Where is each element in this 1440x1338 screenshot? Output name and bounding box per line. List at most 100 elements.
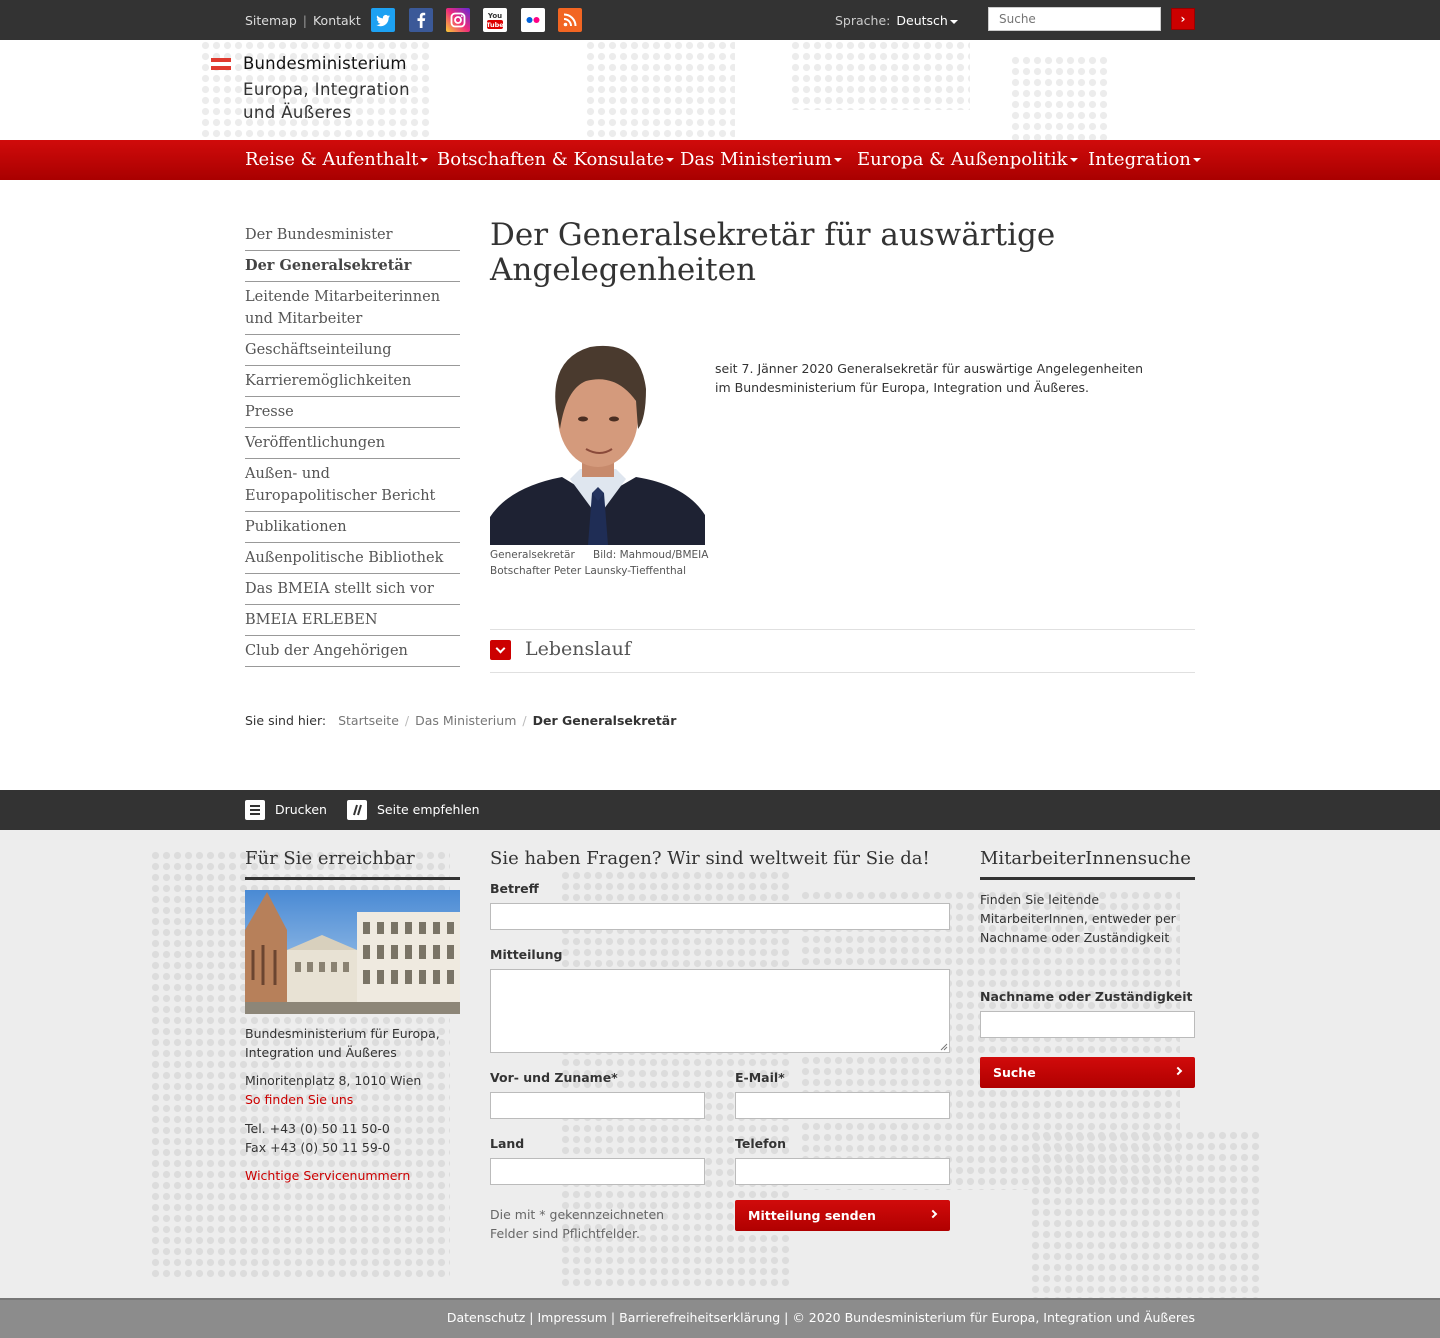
heading-rule	[245, 877, 460, 880]
send-message-button[interactable]: Mitteilung senden	[735, 1200, 950, 1231]
accordion-toggle-button[interactable]	[490, 640, 511, 660]
breadcrumb-ministerium[interactable]: Das Ministerium	[415, 713, 516, 728]
staff-search-heading: MitarbeiterInnensuche	[980, 848, 1191, 869]
legal-links[interactable]: Datenschutz | Impressum | Barrierefreihe…	[447, 1310, 1195, 1325]
breadcrumb-separator: /	[522, 713, 527, 728]
austrian-flag-icon	[211, 58, 231, 70]
staff-search-label: Nachname oder Zuständigkeit	[980, 989, 1193, 1004]
site-header: Bundesministerium Europa, Integration un…	[0, 40, 1440, 140]
phone-label: Telefon	[735, 1136, 787, 1151]
service-numbers-link[interactable]: Wichtige Servicenummern	[245, 1168, 410, 1183]
nav-label: Das Ministerium	[680, 149, 832, 170]
chevron-down-icon	[1069, 158, 1078, 162]
message-textarea[interactable]	[490, 969, 950, 1053]
sidebar-item-publikationen[interactable]: Publikationen	[245, 516, 460, 543]
sidebar-item-geschaeftseinteilung[interactable]: Geschäftseinteilung	[245, 339, 460, 366]
svg-text:Tube: Tube	[486, 21, 504, 29]
facebook-icon[interactable]	[409, 8, 433, 32]
world-map-pattern	[1030, 1130, 1260, 1298]
sidebar-item-karriere[interactable]: Karrieremöglichkeiten	[245, 370, 460, 397]
subject-field[interactable]	[490, 903, 950, 930]
nav-botschaften-konsulate[interactable]: Botschaften & Konsulate	[437, 149, 675, 170]
language-label: Sprache:	[835, 13, 891, 28]
nav-integration[interactable]: Integration	[1088, 149, 1201, 170]
required-fields-note: Die mit * gekennzeichneten Felder sind P…	[490, 1207, 665, 1241]
nav-reise-aufenthalt[interactable]: Reise & Aufenthalt	[245, 149, 429, 170]
country-field[interactable]	[490, 1158, 705, 1185]
chevron-right-icon	[928, 1209, 938, 1219]
page-title: Der Generalsekretär für auswärtige Angel…	[490, 217, 1056, 288]
logo-line-2: Europa, Integration und Äußeres	[243, 78, 410, 124]
nav-label: Reise & Aufenthalt	[245, 149, 419, 170]
sidebar-item-bmeia-erleben[interactable]: BMEIA ERLEBEN	[245, 609, 460, 636]
intro-text: seit 7. Jänner 2020 Generalsekretär für …	[715, 361, 1144, 395]
phone-field[interactable]	[735, 1158, 950, 1185]
flickr-icon[interactable]	[521, 8, 545, 32]
sidebar-item-bericht[interactable]: Außen- und Europapolitischer Bericht	[245, 463, 460, 512]
breadcrumb-separator: /	[404, 713, 410, 728]
ministry-building-photo	[245, 890, 460, 1014]
breadcrumb-current: Der Generalsekretär	[532, 713, 677, 728]
nav-label: Botschaften & Konsulate	[437, 149, 665, 170]
meta-links: Sitemap | Kontakt	[245, 13, 361, 28]
photo-credit: Bild: Mahmoud/BMEIA	[593, 549, 709, 561]
directions-link[interactable]: So finden Sie uns	[245, 1092, 353, 1107]
sidebar-item-bibliothek[interactable]: Außenpolitische Bibliothek	[245, 547, 460, 574]
message-label: Mitteilung	[490, 947, 563, 962]
sidebar-item-bundesminister[interactable]: Der Bundesminister	[245, 224, 460, 251]
accordion-label[interactable]: Lebenslauf	[525, 638, 631, 660]
sidebar-item-generalsekretaer[interactable]: Der Generalsekretär	[245, 255, 460, 282]
divider	[490, 672, 1195, 673]
chevron-down-icon	[666, 158, 675, 162]
breadcrumb-label: Sie sind hier:	[245, 713, 327, 728]
search-input[interactable]	[988, 7, 1161, 31]
instagram-icon[interactable]	[446, 8, 470, 32]
footer	[0, 830, 1440, 1298]
chevron-down-icon	[949, 19, 958, 24]
photo-caption-title: Generalsekretär	[490, 549, 575, 561]
share-icon	[347, 800, 367, 820]
sidebar-item-club[interactable]: Club der Angehörigen	[245, 640, 460, 667]
search-submit-button[interactable]: ›	[1171, 8, 1195, 30]
staff-search-field[interactable]	[980, 1011, 1195, 1038]
youtube-icon[interactable]: You Tube	[483, 8, 507, 32]
logo-line-2a: Europa, Integration	[243, 80, 410, 99]
breadcrumb-startseite[interactable]: Startseite	[338, 713, 399, 728]
footer-contact-heading: Für Sie erreichbar	[245, 848, 415, 869]
page-toolbar: Drucken Seite empfehlen	[0, 790, 1440, 830]
resize-handle-icon[interactable]	[940, 1043, 948, 1051]
nav-europa-aussenpolitik[interactable]: Europa & Außenpolitik	[857, 149, 1078, 170]
sitemap-link[interactable]: Sitemap	[245, 13, 297, 28]
portrait-photo	[490, 329, 705, 545]
footer-org-name: Bundesministerium für Europa, Integratio…	[245, 1026, 440, 1060]
staff-search-description: Finden Sie leitende MitarbeiterInnen, en…	[980, 892, 1176, 945]
footer-tel: Tel. +43 (0) 50 11 50-0	[245, 1121, 390, 1136]
sidebar-item-leitende-mitarbeiter[interactable]: Leitende Mitarbeiterinnen und Mitarbeite…	[245, 286, 460, 335]
kontakt-link[interactable]: Kontakt	[313, 13, 361, 28]
nav-label: Integration	[1088, 149, 1191, 170]
nav-das-ministerium[interactable]: Das Ministerium	[680, 149, 842, 170]
print-icon	[245, 800, 265, 820]
main-navigation: Reise & Aufenthalt Botschaften & Konsula…	[0, 140, 1440, 180]
chevron-down-icon	[420, 158, 429, 162]
sidebar-item-veroeffentlichungen[interactable]: Veröffentlichungen	[245, 432, 460, 459]
breadcrumb: Sie sind hier: Startseite / Das Ministeriu…	[245, 713, 676, 728]
world-map-pattern	[1010, 55, 1110, 140]
meta-separator: |	[302, 13, 307, 28]
twitter-icon[interactable]	[371, 8, 395, 32]
subject-label: Betreff	[490, 881, 539, 896]
contact-form-heading: Sie haben Fragen? Wir sind weltweit für …	[490, 848, 930, 869]
language-value[interactable]: Deutsch	[896, 13, 947, 28]
email-field[interactable]	[735, 1092, 950, 1119]
email-label: E-Mail*	[735, 1070, 785, 1085]
print-label: Drucken	[275, 802, 327, 817]
sidebar-item-bmeia-vorstellung[interactable]: Das BMEIA stellt sich vor	[245, 578, 460, 605]
world-map-pattern	[585, 40, 735, 140]
sidebar-item-presse[interactable]: Presse	[245, 401, 460, 428]
chevron-down-icon	[1192, 158, 1201, 162]
name-field[interactable]	[490, 1092, 705, 1119]
staff-search-button[interactable]: Suche	[980, 1057, 1195, 1088]
name-label: Vor- und Zuname*	[490, 1070, 618, 1085]
language-selector[interactable]: Sprache: Deutsch	[835, 13, 958, 28]
rss-icon[interactable]	[558, 8, 582, 32]
